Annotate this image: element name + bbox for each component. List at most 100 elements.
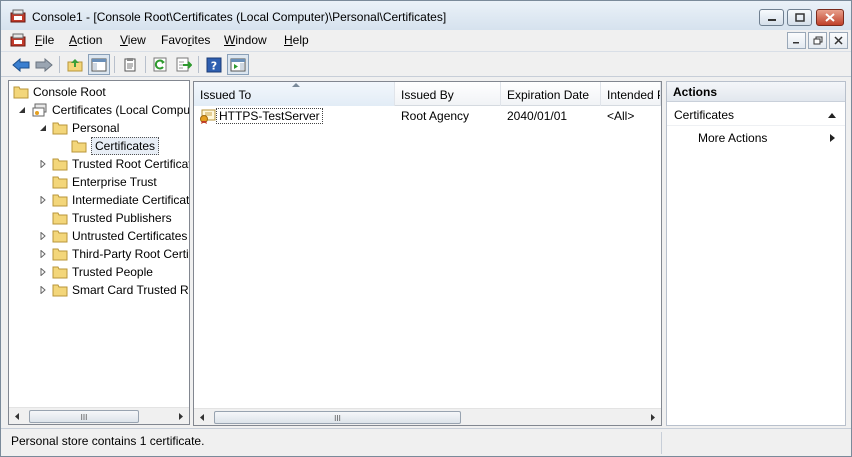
menu-favorites[interactable]: Favorites: [161, 33, 210, 47]
expanded-arrow-icon[interactable]: [39, 124, 47, 132]
title-bar: Console1 - [Console Root\Certificates (L…: [1, 1, 851, 30]
column-label: Issued By: [401, 88, 454, 102]
show-hide-console-tree-button[interactable]: [88, 54, 110, 75]
menu-file[interactable]: File: [35, 33, 54, 47]
properties-button[interactable]: [119, 54, 141, 75]
cell-issued-to[interactable]: HTTPS-TestServer: [216, 108, 323, 124]
collapsed-arrow-icon[interactable]: [39, 232, 47, 240]
mdi-restore-button[interactable]: [808, 32, 827, 49]
tree-item-enterprise-trust[interactable]: Enterprise Trust: [52, 173, 157, 191]
show-hide-action-pane-button[interactable]: [227, 54, 249, 75]
collapsed-arrow-icon[interactable]: [39, 196, 47, 204]
tree-item-certificates-local-computer[interactable]: Certificates (Local Computer): [32, 101, 189, 119]
collapsed-arrow-icon[interactable]: [39, 286, 47, 294]
folder-icon: [13, 86, 29, 99]
column-label: Issued To: [200, 88, 252, 102]
menu-window[interactable]: Window: [224, 33, 267, 47]
scroll-left-arrow-icon[interactable]: [13, 412, 21, 421]
list-header: Issued To Issued By Expiration Date Inte…: [194, 82, 661, 106]
folder-icon: [52, 284, 68, 297]
minimize-button[interactable]: [759, 9, 784, 26]
help-button[interactable]: ?: [203, 54, 225, 75]
tree-horizontal-scrollbar[interactable]: III: [9, 407, 189, 424]
collapsed-arrow-icon[interactable]: [39, 250, 47, 258]
tree-item-personal-certificates[interactable]: Certificates: [71, 137, 160, 155]
export-icon: [176, 57, 192, 72]
refresh-icon: [153, 57, 167, 72]
console-menu-icon[interactable]: [10, 33, 26, 47]
table-row[interactable]: HTTPS-TestServer Root Agency 2040/01/01 …: [194, 107, 661, 126]
clipboard-icon: [124, 58, 136, 72]
scroll-right-arrow-icon[interactable]: [649, 413, 657, 422]
tree-item-console-root[interactable]: Console Root: [13, 83, 106, 101]
folder-icon: [52, 248, 68, 261]
list-scrollbar-thumb[interactable]: III: [214, 411, 461, 424]
status-text: Personal store contains 1 certificate.: [11, 434, 205, 448]
help-icon: ?: [206, 57, 222, 72]
back-button[interactable]: [10, 54, 32, 75]
maximize-button[interactable]: [787, 9, 812, 26]
list-horizontal-scrollbar[interactable]: III: [194, 408, 661, 425]
collapsed-arrow-icon[interactable]: [39, 268, 47, 276]
tree-scrollbar-thumb[interactable]: III: [29, 410, 139, 423]
tree-item-trusted-root[interactable]: Trusted Root Certification Authorities: [52, 155, 189, 173]
tree-item-personal[interactable]: Personal: [52, 119, 119, 137]
column-header-issued-to[interactable]: Issued To: [194, 82, 395, 106]
actions-section-certificates[interactable]: Certificates: [667, 104, 845, 126]
folder-icon: [52, 212, 68, 225]
certificates-snapin-icon: [32, 103, 47, 117]
maximize-icon: [794, 13, 805, 22]
cell-expiration-date: 2040/01/01: [507, 109, 568, 123]
minimize-icon: [767, 18, 776, 21]
expanded-arrow-icon[interactable]: [18, 106, 26, 114]
console-tree-pane[interactable]: Console Root Certificates (Local Compute…: [8, 80, 190, 425]
tree-item-label: Intermediate Certification Authorities: [72, 193, 190, 207]
tree-item-label: Smart Card Trusted Roots: [72, 283, 189, 297]
forward-button[interactable]: [33, 54, 55, 75]
status-divider: [661, 432, 662, 454]
menu-bar: File Action View Favorites Window Help: [1, 30, 851, 50]
folder-icon: [52, 122, 68, 135]
grip-icon: III: [80, 413, 88, 422]
collapse-up-arrow-icon[interactable]: [828, 112, 836, 118]
svg-text:?: ?: [211, 59, 217, 72]
menu-action[interactable]: Action: [69, 33, 102, 47]
up-one-level-button[interactable]: [64, 54, 86, 75]
export-list-button[interactable]: [173, 54, 195, 75]
sort-ascending-icon: [292, 83, 300, 87]
tree-item-trusted-people[interactable]: Trusted People: [52, 263, 153, 281]
tree-item-label: Trusted People: [72, 265, 153, 279]
close-icon: [834, 36, 843, 45]
toolbar-separator: [145, 56, 146, 73]
more-actions-item[interactable]: More Actions: [667, 128, 845, 148]
menu-view[interactable]: View: [120, 33, 146, 47]
tree-item-trusted-publishers[interactable]: Trusted Publishers: [52, 209, 172, 227]
results-pane[interactable]: Issued To Issued By Expiration Date Inte…: [193, 81, 662, 426]
mdi-close-button[interactable]: [829, 32, 848, 49]
column-label: Expiration Date: [507, 88, 590, 102]
tree-item-label: Console Root: [33, 85, 106, 99]
tree-item-untrusted[interactable]: Untrusted Certificates: [52, 227, 187, 245]
tree-item-smart-card-roots[interactable]: Smart Card Trusted Roots: [52, 281, 189, 299]
scroll-right-arrow-icon[interactable]: [177, 412, 185, 421]
status-bar: Personal store contains 1 certificate.: [1, 428, 851, 456]
toolbar-separator: [198, 56, 199, 73]
folder-icon: [52, 230, 68, 243]
folder-icon: [52, 158, 68, 171]
actions-header: Actions: [667, 82, 845, 102]
scroll-left-arrow-icon[interactable]: [198, 413, 206, 422]
action-pane-icon: [230, 58, 246, 71]
tree-item-third-party-root[interactable]: Third-Party Root Certification Authoriti…: [52, 245, 189, 263]
menu-help[interactable]: Help: [284, 33, 309, 47]
column-header-expiration-date[interactable]: Expiration Date: [501, 82, 601, 106]
certificate-icon: [200, 109, 216, 124]
close-button[interactable]: [816, 9, 844, 26]
column-header-issued-by[interactable]: Issued By: [395, 82, 501, 106]
column-header-intended-purposes[interactable]: Intended Purposes: [601, 82, 661, 106]
tree-item-intermediate[interactable]: Intermediate Certification Authorities: [52, 191, 190, 209]
mdi-minimize-button[interactable]: [787, 32, 806, 49]
actions-pane: Actions Certificates More Actions: [666, 81, 846, 426]
folder-icon: [52, 266, 68, 279]
refresh-button[interactable]: [150, 54, 172, 75]
collapsed-arrow-icon[interactable]: [39, 160, 47, 168]
